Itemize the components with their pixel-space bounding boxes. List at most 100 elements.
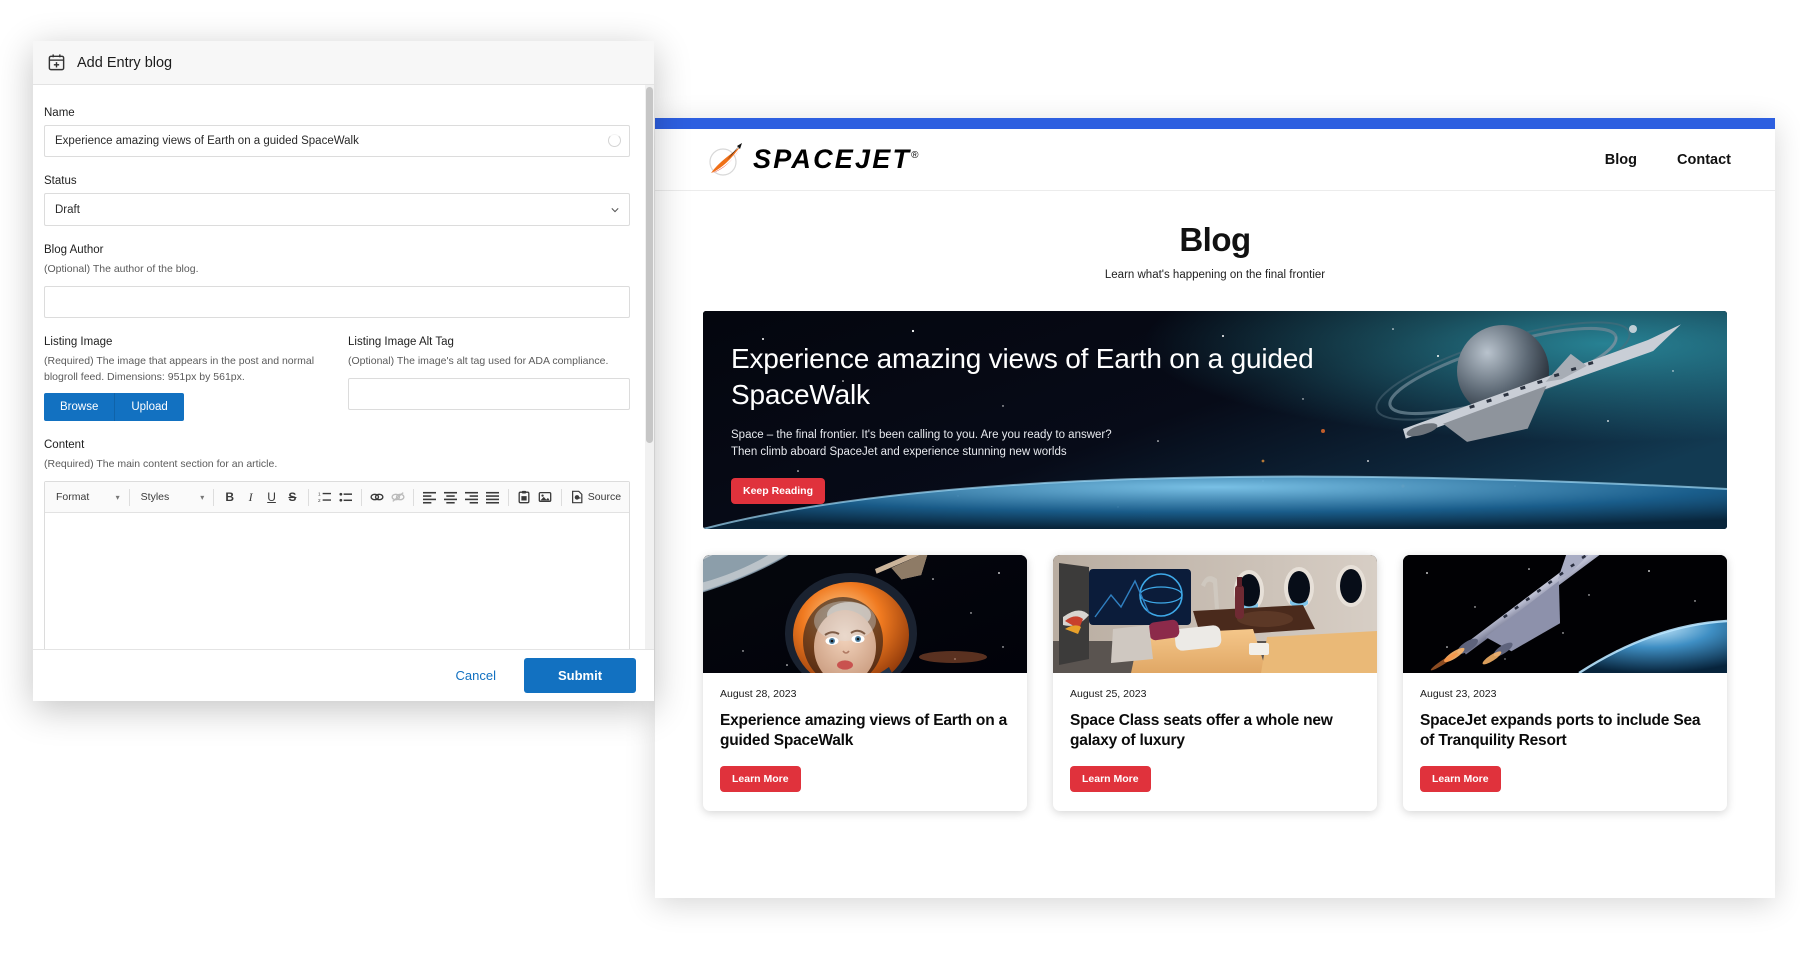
field-name: Name — [44, 107, 630, 157]
content-editor-area[interactable] — [45, 513, 629, 649]
field-label-blog-author: Blog Author — [44, 244, 104, 256]
svg-text:1: 1 — [318, 491, 321, 496]
numbered-list-icon[interactable]: 1 2 — [314, 487, 335, 508]
toolbar-divider — [508, 488, 509, 506]
field-label-status: Status — [44, 175, 77, 187]
format-dropdown-label: Format — [56, 491, 90, 503]
strikethrough-icon[interactable]: S — [282, 487, 303, 508]
site-header: SPACEJET® Blog Contact — [655, 129, 1775, 191]
nav-link-blog[interactable]: Blog — [1605, 152, 1637, 168]
blog-author-input[interactable] — [44, 285, 630, 318]
status-select[interactable]: Draft — [44, 193, 630, 226]
editor-toolbar: Format ▾ Styles ▾ B I U S 1 2 Source — [45, 482, 629, 513]
blog-card[interactable]: August 23, 2023 SpaceJet expands ports t… — [1403, 555, 1727, 811]
field-row-listing-image: Listing Image (Required) The image that … — [44, 336, 630, 422]
card-date: August 23, 2023 — [1420, 688, 1497, 700]
nav-link-contact[interactable]: Contact — [1677, 152, 1731, 168]
justify-icon[interactable] — [482, 487, 503, 508]
source-button[interactable]: Source — [567, 490, 624, 504]
field-label-name: Name — [44, 107, 75, 119]
site-nav: Blog Contact — [1605, 152, 1731, 168]
keep-reading-button[interactable]: Keep Reading — [731, 477, 826, 504]
paste-icon[interactable] — [514, 487, 535, 508]
field-content: Content (Required) The main content sect… — [44, 439, 630, 649]
toolbar-divider — [560, 488, 562, 506]
learn-more-button[interactable]: Learn More — [1070, 765, 1151, 792]
underline-icon[interactable]: U — [261, 487, 282, 508]
site-logo-text: SPACEJET® — [753, 144, 919, 174]
page-subtitle: Learn what's happening on the final fron… — [1104, 269, 1326, 281]
chevron-down-icon: ▾ — [115, 492, 120, 502]
field-blog-author: Blog Author (Optional) The author of the… — [44, 244, 630, 318]
align-left-icon[interactable] — [419, 487, 440, 508]
rocket-logo-icon — [709, 142, 742, 176]
browse-button[interactable]: Browse — [44, 393, 116, 422]
modal-footer: Cancel Submit — [33, 649, 654, 701]
blog-card[interactable]: August 25, 2023 Space Class seats offer … — [1053, 555, 1377, 811]
card-image-jet — [1403, 555, 1727, 673]
modal-scrollbar[interactable] — [645, 85, 654, 649]
italic-icon[interactable]: I — [240, 487, 261, 508]
blog-card[interactable]: August 28, 2023 Experience amazing views… — [703, 555, 1027, 811]
upload-button[interactable]: Upload — [115, 393, 184, 422]
source-label: Source — [587, 491, 622, 503]
hero-body-text: Space – the final frontier. It's been ca… — [731, 428, 1112, 459]
field-help-listing-image: (Required) The image that appears in the… — [44, 354, 315, 383]
hero-content: Experience amazing views of Earth on a g… — [731, 341, 1397, 504]
page-title: Blog — [1179, 221, 1251, 258]
field-listing-image-alt: Listing Image Alt Tag (Optional) The ima… — [348, 336, 630, 422]
link-icon[interactable] — [367, 487, 388, 508]
hero-heading: Experience amazing views of Earth on a g… — [731, 343, 1314, 410]
source-icon — [571, 490, 583, 504]
toolbar-divider — [128, 488, 130, 506]
bold-icon[interactable]: B — [219, 487, 240, 508]
align-center-icon[interactable] — [440, 487, 461, 508]
field-label-content: Content — [44, 439, 85, 452]
field-status: Status Draft — [44, 175, 630, 226]
card-body: August 23, 2023 SpaceJet expands ports t… — [1403, 673, 1727, 811]
site-body: Blog Learn what's happening on the final… — [655, 191, 1775, 811]
add-calendar-icon — [48, 54, 65, 71]
card-date: August 25, 2023 — [1070, 688, 1147, 700]
toolbar-divider — [413, 488, 415, 506]
modal-body: Name Status Draft Blog Author (Optional)… — [33, 85, 654, 649]
unlink-icon — [388, 487, 409, 508]
cancel-button[interactable]: Cancel — [446, 662, 506, 689]
hero-banner[interactable]: Experience amazing views of Earth on a g… — [703, 311, 1727, 529]
card-body: August 25, 2023 Space Class seats offer … — [1053, 673, 1377, 811]
listing-image-alt-input[interactable] — [348, 377, 630, 410]
learn-more-button[interactable]: Learn More — [720, 765, 801, 792]
field-label-listing-image-alt: Listing Image Alt Tag — [348, 335, 454, 348]
learn-more-button[interactable]: Learn More — [1420, 765, 1501, 792]
svg-text:2: 2 — [318, 498, 321, 503]
site-top-accent-bar — [655, 118, 1775, 129]
styles-dropdown[interactable]: Styles ▾ — [135, 487, 209, 508]
name-input[interactable] — [44, 125, 630, 157]
chevron-down-icon: ▾ — [200, 492, 205, 502]
blog-card-list: August 28, 2023 Experience amazing views… — [703, 555, 1727, 811]
loading-spinner-icon — [608, 134, 621, 147]
card-title: SpaceJet expands ports to include Sea of… — [1420, 712, 1701, 749]
align-right-icon[interactable] — [461, 487, 482, 508]
card-title: Space Class seats offer a whole new gala… — [1070, 712, 1333, 749]
field-help-content: (Required) The main content section for … — [44, 458, 278, 471]
field-help-blog-author: (Optional) The author of the blog. — [44, 263, 199, 275]
card-image-cabin — [1053, 555, 1377, 673]
field-label-listing-image: Listing Image — [44, 335, 113, 348]
field-listing-image: Listing Image (Required) The image that … — [44, 336, 326, 422]
image-icon[interactable] — [535, 487, 556, 508]
add-entry-modal: Add Entry blog Name Status Draft Blog Au… — [33, 41, 654, 701]
site-logo[interactable]: SPACEJET® — [703, 140, 919, 180]
rich-text-editor: Format ▾ Styles ▾ B I U S 1 2 Source — [44, 481, 630, 649]
format-dropdown[interactable]: Format ▾ — [50, 487, 124, 508]
styles-dropdown-label: Styles — [140, 491, 170, 503]
card-date: August 28, 2023 — [720, 688, 797, 700]
modal-title: Add Entry blog — [77, 54, 173, 71]
submit-button[interactable]: Submit — [524, 658, 636, 693]
field-help-listing-image-alt: (Optional) The image's alt tag used for … — [348, 354, 609, 367]
card-title: Experience amazing views of Earth on a g… — [720, 712, 1007, 749]
modal-scrollbar-thumb[interactable] — [646, 87, 653, 443]
toolbar-divider — [307, 488, 309, 506]
card-body: August 28, 2023 Experience amazing views… — [703, 673, 1027, 811]
bulleted-list-icon[interactable] — [335, 487, 356, 508]
